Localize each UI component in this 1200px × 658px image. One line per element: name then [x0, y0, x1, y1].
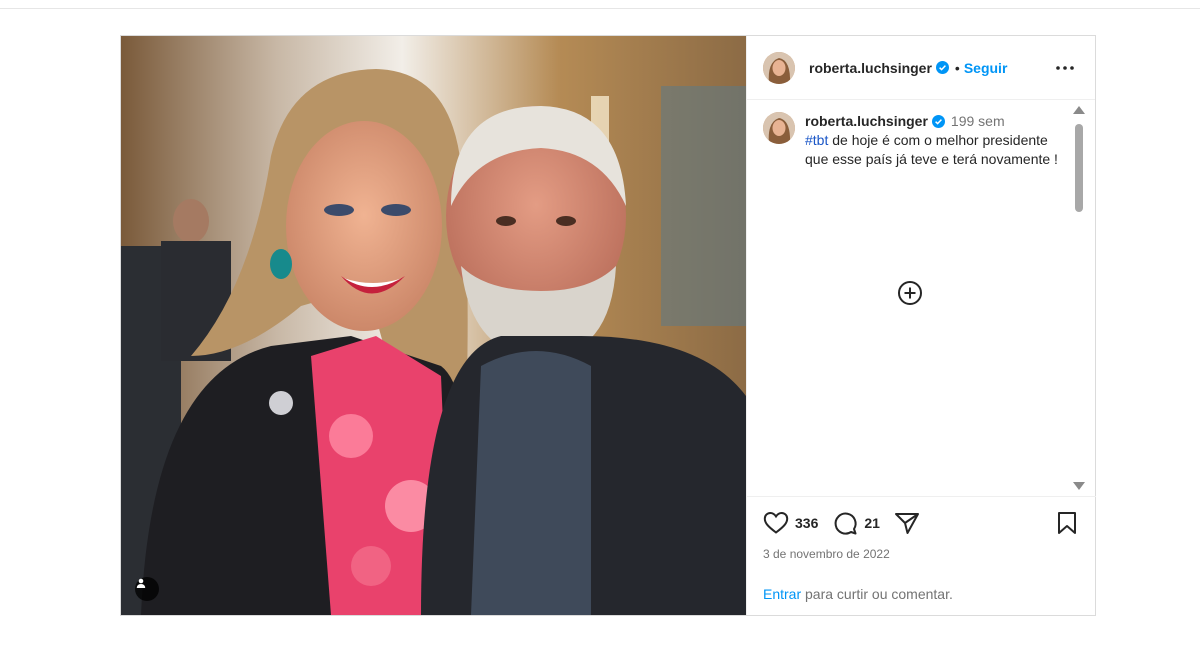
caption-time[interactable]: 199 sem: [951, 113, 1005, 129]
person-icon: [136, 578, 146, 588]
caption-avatar[interactable]: [763, 112, 795, 144]
scrollbar-thumb[interactable]: [1075, 124, 1083, 212]
login-text: para curtir ou comentar.: [801, 586, 953, 602]
paper-plane-icon: [894, 513, 919, 534]
ellipsis-icon: [1056, 66, 1074, 70]
comments-area[interactable]: roberta.luchsinger 199 sem #tbt de hoje é…: [747, 100, 1096, 496]
save-button[interactable]: [1056, 511, 1078, 540]
follow-button[interactable]: Seguir: [964, 60, 1008, 76]
comment-bubble-icon: [835, 512, 857, 535]
bookmark-icon: [1058, 512, 1076, 534]
scroll-down-arrow-icon[interactable]: [1073, 482, 1085, 490]
heart-icon: [763, 511, 789, 534]
avatar-image: [763, 112, 795, 144]
actions-section: 336 21 3 de novembro de 2022: [747, 496, 1096, 561]
action-icons-row: 336 21: [747, 497, 1096, 549]
comment-count: 21: [864, 515, 880, 531]
comment-button[interactable]: 21: [832, 510, 880, 536]
hashtag-link[interactable]: #tbt: [805, 132, 828, 148]
like-button[interactable]: 336: [763, 511, 818, 535]
post-side-panel: roberta.luchsinger • Seguir roberta.luch…: [746, 36, 1096, 615]
post-card: roberta.luchsinger • Seguir roberta.luch…: [120, 35, 1096, 616]
avatar[interactable]: [763, 51, 795, 84]
separator-dot: •: [954, 59, 960, 76]
like-count: 336: [795, 515, 819, 531]
post-date[interactable]: 3 de novembro de 2022: [747, 547, 1096, 561]
header-username[interactable]: roberta.luchsinger: [809, 60, 932, 76]
user-tag-button[interactable]: [135, 577, 159, 601]
load-more-comments-icon[interactable]: [897, 280, 923, 306]
caption-username[interactable]: roberta.luchsinger: [805, 113, 928, 129]
verified-badge-icon: [935, 61, 949, 74]
verified-badge-icon: [931, 115, 945, 128]
avatar-image: [763, 51, 795, 84]
login-prompt: Entrar para curtir ou comentar.: [747, 586, 1096, 602]
scroll-up-arrow-icon[interactable]: [1073, 106, 1085, 114]
more-options-button[interactable]: [1055, 58, 1075, 78]
post-photo[interactable]: [121, 36, 746, 615]
photo-illustration: [121, 36, 746, 615]
caption-body: de hoje é com o melhor presidente que es…: [805, 132, 1058, 167]
post-header: roberta.luchsinger • Seguir: [747, 36, 1095, 100]
login-link[interactable]: Entrar: [763, 586, 801, 602]
top-divider: [0, 8, 1200, 9]
caption-row: roberta.luchsinger 199 sem #tbt de hoje é…: [747, 100, 1096, 169]
caption-text: roberta.luchsinger 199 sem #tbt de hoje é…: [805, 112, 1065, 169]
share-button[interactable]: [894, 511, 920, 535]
comments-scrollbar[interactable]: [1071, 100, 1087, 496]
